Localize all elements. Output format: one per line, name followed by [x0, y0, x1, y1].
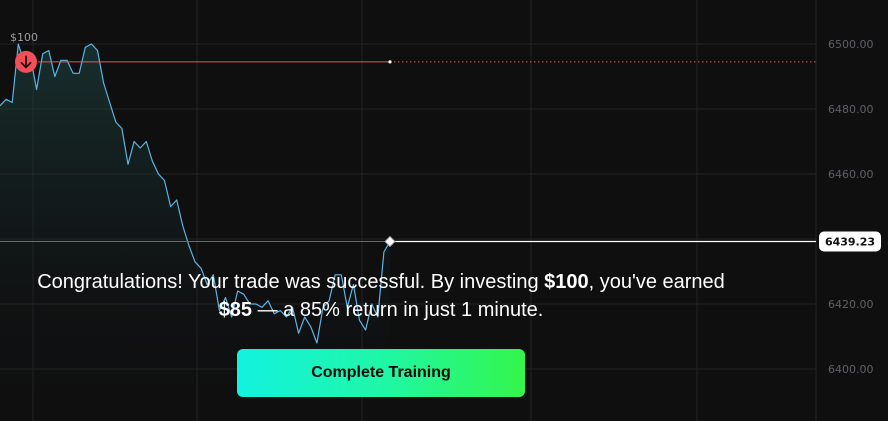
y-tick-label: 6420.00 — [828, 298, 874, 311]
current-price-label: 6439.23 — [825, 236, 875, 249]
current-point-marker — [384, 235, 396, 248]
y-tick-label: 6400.00 — [828, 363, 874, 376]
current-price-tag: 6439.23 — [819, 231, 881, 252]
entry-amount-label: $100 — [10, 31, 38, 44]
y-tick-label: 6500.00 — [828, 38, 874, 51]
success-message: Congratulations! Your trade was successf… — [0, 268, 762, 324]
message-text-2: , you've earned — [588, 271, 725, 293]
entry-time-dot — [388, 60, 392, 64]
complete-training-button[interactable]: Complete Training — [237, 349, 525, 397]
y-tick-label: 6460.00 — [828, 168, 874, 181]
message-text-1: Congratulations! Your trade was successf… — [37, 271, 545, 293]
diamond-marker — [384, 235, 396, 248]
invested-amount: $100 — [544, 271, 589, 293]
y-axis: 6500.006480.006460.006440.006420.006400.… — [828, 38, 874, 376]
earned-amount: $85 — [218, 299, 253, 321]
arrow-down-icon — [15, 50, 37, 73]
message-text-3: — a 85% return in just 1 minute. — [252, 299, 544, 321]
y-tick-label: 6480.00 — [828, 103, 874, 116]
